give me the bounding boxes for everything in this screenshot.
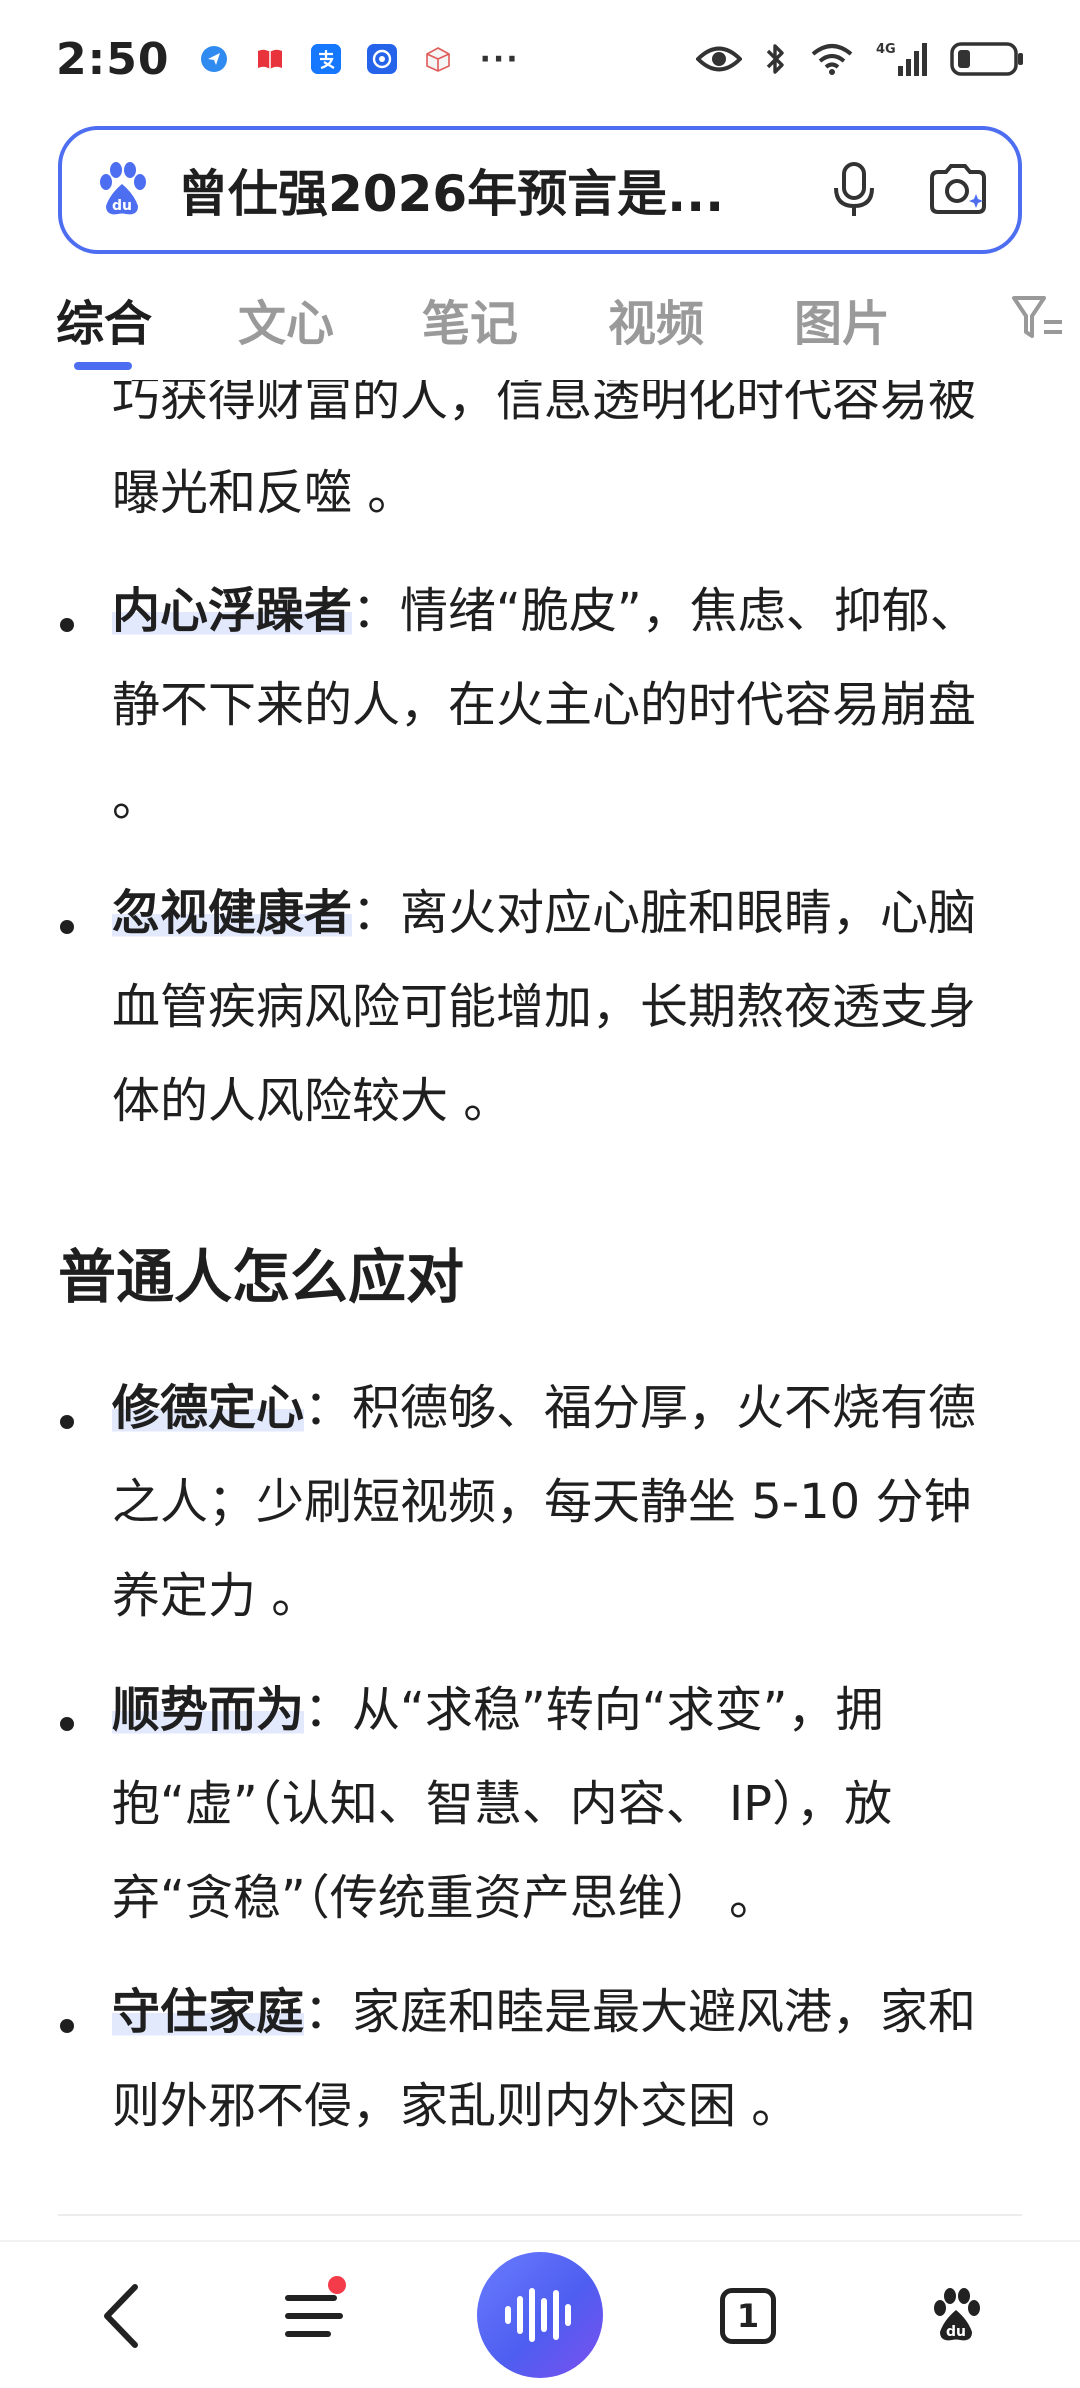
list-item-term: 顺势而为 xyxy=(112,1682,305,1738)
signal-4g-icon: 4G xyxy=(876,42,927,76)
svg-text:du: du xyxy=(112,198,132,214)
search-query[interactable]: 曾仕强2026年预言是... xyxy=(178,154,738,226)
bullet xyxy=(60,1717,74,1731)
camera-search-icon[interactable] xyxy=(926,160,990,220)
app-store-icon xyxy=(367,44,398,74)
book-app-icon xyxy=(255,44,285,74)
wifi-icon xyxy=(811,44,853,75)
continued-paragraph: 巧获得财富的人，信息透明化时代容易被曝光和反噬 。 xyxy=(112,380,977,521)
status-time: 2:50 xyxy=(56,33,170,85)
tabs-button[interactable]: 1 xyxy=(698,2266,798,2366)
tab-notes[interactable]: 笔记 xyxy=(422,284,518,354)
list-item-term: 忽视健康者 xyxy=(112,885,353,941)
filter-icon[interactable] xyxy=(1010,292,1066,348)
back-button[interactable] xyxy=(72,2266,172,2366)
system-icons: 4G xyxy=(696,40,1024,78)
list-item: 修德定心：积德够、福分厚，火不烧有德之人；少刷短视频，每天静坐 5-10 分钟养… xyxy=(112,1361,992,1643)
list-item: 忽视健康者：离火对应心脏和眼睛，心脑血管疾病风险可能增加，长期熬夜透支身体的人风… xyxy=(112,866,992,1148)
tab-videos[interactable]: 视频 xyxy=(608,284,704,354)
notification-icons: ··· xyxy=(199,42,519,77)
status-bar: 2:50 ··· 4G xyxy=(0,0,1080,118)
voice-assistant-button[interactable] xyxy=(477,2252,603,2378)
baidu-paw-icon: du xyxy=(934,2288,980,2341)
search-bar[interactable]: du 曾仕强2026年预言是... xyxy=(58,126,1022,254)
tab-count: 1 xyxy=(720,2288,776,2344)
bluetooth-icon xyxy=(766,44,784,74)
back-arrow-icon xyxy=(104,2284,138,2348)
result-content: 巧获得财富的人，信息透明化时代容易被曝光和反噬 。 内心浮躁者：情绪“脆皮”，焦… xyxy=(0,380,1080,2240)
tab-images[interactable]: 图片 xyxy=(794,284,890,354)
section-title: 普通人怎么应对 xyxy=(58,1243,465,1311)
list-item-term: 守住家庭 xyxy=(112,1984,305,2040)
page: 2:50 ··· 4G du 曾仕强2026年预言是... 综合 文心 笔记 视… xyxy=(0,0,1080,2388)
list-item-term: 修德定心 xyxy=(112,1380,305,1436)
svg-text:du: du xyxy=(946,2324,966,2340)
notification-badge xyxy=(328,2276,346,2294)
microphone-icon[interactable] xyxy=(826,160,882,220)
content-divider xyxy=(58,2214,1022,2216)
baidu-home-button[interactable]: du xyxy=(906,2266,1006,2366)
tab-wenxin[interactable]: 文心 xyxy=(238,284,334,354)
bullet xyxy=(60,2019,74,2033)
active-tab-indicator xyxy=(74,362,132,370)
cube-app-icon xyxy=(423,44,453,74)
bullet xyxy=(60,1415,74,1429)
alipay-icon xyxy=(311,44,342,74)
more-notifications: ··· xyxy=(479,41,520,77)
eye-icon xyxy=(696,46,742,72)
menu-button[interactable] xyxy=(266,2266,366,2366)
tab-bar: 综合 文心 笔记 视频 图片 xyxy=(0,270,1080,380)
bullet xyxy=(60,920,74,934)
bottom-navigation: 1 du xyxy=(0,2240,1080,2388)
map-pin-app-icon xyxy=(199,44,229,74)
list-item-term: 内心浮躁者 xyxy=(112,583,353,639)
battery-icon xyxy=(950,42,1023,76)
bullet xyxy=(60,618,74,632)
network-label: 4G xyxy=(876,42,896,57)
tab-comprehensive[interactable]: 综合 xyxy=(56,284,152,354)
baidu-paw-icon: du xyxy=(100,162,146,215)
list-item: 守住家庭：家庭和睦是最大避风港，家和则外邪不侵，家乱则内外交困 。 xyxy=(112,1965,992,2153)
menu-icon xyxy=(285,2295,343,2337)
list-item: 顺势而为：从“求稳”转向“求变”，拥抱“虚”（认知、智慧、内容、 IP），放弃“… xyxy=(112,1663,992,1945)
sound-wave-icon xyxy=(505,2288,571,2342)
list-item: 内心浮躁者：情绪“脆皮”，焦虑、抑郁、静不下来的人，在火主心的时代容易崩盘 。 xyxy=(112,564,992,846)
